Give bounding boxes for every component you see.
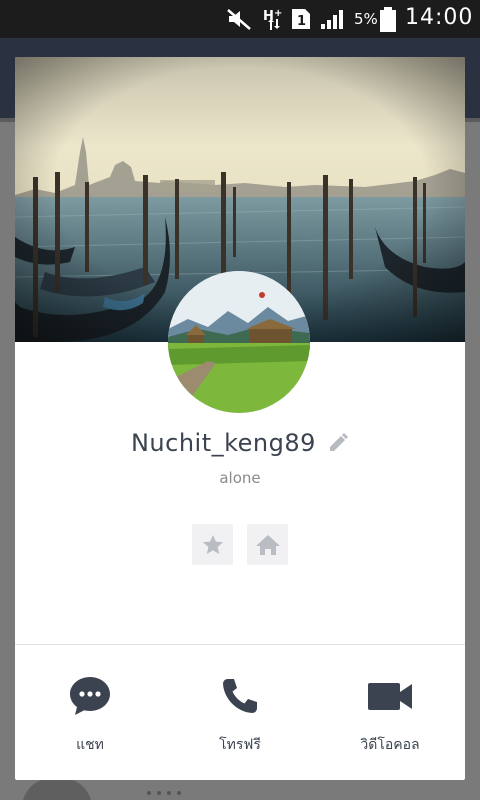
favorite-button[interactable] <box>192 524 233 565</box>
free-call-label: โทรฟรี <box>219 737 261 753</box>
data-icon: H + <box>263 8 282 30</box>
battery-percent: 5% <box>354 10 378 28</box>
profile-avatar[interactable] <box>168 271 310 413</box>
chat-label: แชท <box>76 737 104 753</box>
sim-icon: 1 <box>292 9 310 29</box>
mute-icon <box>227 9 251 30</box>
battery-icon <box>380 7 396 32</box>
svg-text:+: + <box>274 8 282 19</box>
chat-button[interactable]: แชท <box>15 672 165 756</box>
video-call-button[interactable]: วิดีโอคอล <box>315 672 465 756</box>
avatar-image <box>168 271 310 413</box>
background-avatar <box>22 778 92 800</box>
star-icon <box>202 534 223 554</box>
status-message: alone <box>219 469 261 487</box>
pencil-icon[interactable] <box>327 432 349 454</box>
free-call-button[interactable]: โทรฟรี <box>165 672 315 756</box>
clock: 14:00 <box>405 5 474 30</box>
profile-name-row: Nuchit_keng89 <box>15 429 465 465</box>
signal-icon <box>321 10 343 29</box>
video-call-label: วิดีโอคอล <box>360 737 420 753</box>
phone-icon <box>223 679 257 713</box>
profile-name: Nuchit_keng89 <box>130 429 316 457</box>
status-bar: H + 1 5% 14:00 <box>0 0 480 38</box>
video-camera-icon <box>368 683 412 710</box>
divider <box>15 644 465 645</box>
home-icon <box>255 534 280 555</box>
chat-bubble-icon <box>70 677 110 715</box>
background-dots <box>147 791 181 795</box>
profile-card: Nuchit_keng89 alone แชท โทรฟรี วิดีโอคอล <box>15 57 465 780</box>
home-button[interactable] <box>247 524 288 565</box>
svg-text:1: 1 <box>297 14 306 29</box>
